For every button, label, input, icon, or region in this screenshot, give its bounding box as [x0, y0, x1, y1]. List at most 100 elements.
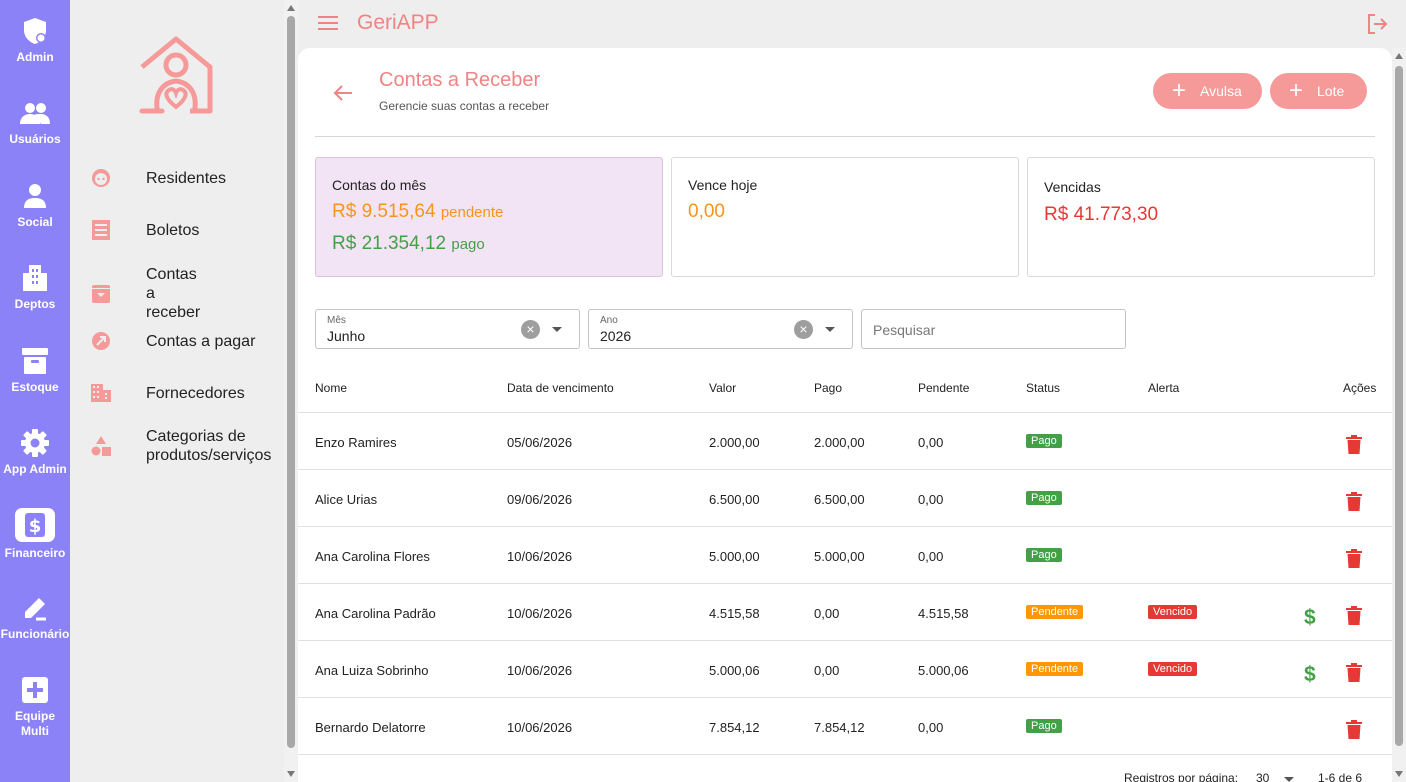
rows-per-page-select[interactable]: 30 — [1256, 771, 1269, 782]
table-row[interactable]: Enzo Ramires 05/06/2026 2.000,00 2.000,0… — [298, 413, 1392, 470]
table-row[interactable]: Bernardo Delatorre 10/06/2026 7.854,12 7… — [298, 698, 1392, 755]
menu-item-label: Contas a pagar — [146, 332, 256, 350]
rail-item-funcionario[interactable]: Funcionário — [0, 593, 70, 642]
cell-vencimento: 10/06/2026 — [507, 549, 573, 564]
due-today-amount: 0,00 — [688, 201, 725, 222]
cell-pendente: 0,00 — [918, 492, 944, 507]
menu-item-contas-a-receber[interactable]: Contas a receber — [90, 265, 200, 322]
app-rail: Admin Usuários Social Deptos Estoque App… — [0, 0, 70, 782]
month-select[interactable]: Mês Junho × — [315, 309, 580, 349]
gear-icon — [20, 428, 50, 458]
delete-icon[interactable] — [1346, 606, 1362, 625]
table-row[interactable]: Alice Urias 09/06/2026 6.500,00 6.500,00… — [298, 470, 1392, 527]
col-vencimento[interactable]: Data de vencimento — [507, 381, 614, 395]
table-row[interactable]: Ana Carolina Padrão 10/06/2026 4.515,58 … — [298, 584, 1392, 641]
overdue-card: Vencidas R$ 41.773,30 — [1027, 157, 1375, 277]
cell-nome: Bernardo Delatorre — [315, 720, 426, 735]
main-content: Contas a Receber Gerencie suas contas a … — [298, 48, 1392, 782]
cell-pago: 2.000,00 — [814, 435, 865, 450]
search-input[interactable]: Pesquisar — [861, 309, 1126, 349]
delete-icon[interactable] — [1346, 720, 1362, 739]
cell-pago: 0,00 — [814, 606, 840, 621]
rail-label: Social — [17, 215, 53, 229]
menu-icon[interactable] — [318, 15, 338, 31]
scrollbar-thumb[interactable] — [287, 16, 295, 748]
cell-nome: Ana Carolina Flores — [315, 549, 430, 564]
cell-vencimento: 10/06/2026 — [507, 720, 573, 735]
col-nome[interactable]: Nome — [315, 381, 347, 395]
archive-in-icon — [90, 283, 112, 305]
col-valor[interactable]: Valor — [709, 381, 736, 395]
pay-dollar-icon[interactable]: $ — [1304, 663, 1316, 687]
col-alerta[interactable]: Alerta — [1148, 381, 1179, 395]
rail-item-admin[interactable]: Admin — [0, 16, 70, 65]
building-icon — [90, 382, 112, 404]
rail-item-deptos[interactable]: Deptos — [0, 263, 70, 312]
rail-label: Admin — [16, 50, 54, 64]
cell-pendente: 0,00 — [918, 549, 944, 564]
page-title: Contas a Receber — [379, 69, 541, 91]
archive-icon — [20, 346, 50, 376]
clear-icon[interactable]: × — [521, 320, 540, 339]
field-label: Ano — [600, 315, 618, 326]
clear-icon[interactable]: × — [794, 320, 813, 339]
delete-icon[interactable] — [1346, 435, 1362, 454]
menu-item-residentes[interactable]: Residentes — [90, 167, 284, 189]
building-icon — [20, 263, 50, 293]
rail-item-usuarios[interactable]: Usuários — [0, 98, 70, 147]
cell-valor: 5.000,06 — [709, 663, 760, 678]
add-lote-button[interactable]: + Lote — [1270, 73, 1367, 109]
menu-item-boletos[interactable]: Boletos — [90, 219, 284, 241]
chevron-down-icon[interactable] — [1284, 777, 1294, 782]
cell-pago: 0,00 — [814, 663, 840, 678]
submenu-sidebar: Residentes Boletos Contas a receber Cont… — [70, 0, 284, 782]
table-row[interactable]: Ana Carolina Flores 10/06/2026 5.000,00 … — [298, 527, 1392, 584]
cell-valor: 6.500,00 — [709, 492, 760, 507]
cell-nome: Ana Carolina Padrão — [315, 606, 436, 621]
cell-pago: 6.500,00 — [814, 492, 865, 507]
rail-item-equipe-multi[interactable]: Equipe Multi — [0, 675, 70, 739]
app-logo — [136, 35, 216, 117]
menu-item-label: Boletos — [146, 221, 200, 239]
table-header: Nome Data de vencimento Valor Pago Pende… — [298, 378, 1392, 413]
menu-item-label: Contas a receber — [146, 266, 201, 321]
pay-dollar-icon[interactable]: $ — [1304, 606, 1316, 630]
scroll-down-icon[interactable] — [1395, 771, 1403, 777]
card-label: Vencidas — [1044, 179, 1101, 195]
menu-item-categorias[interactable]: Categorias de produtos/serviços — [90, 427, 284, 465]
scroll-up-icon[interactable] — [1395, 53, 1403, 59]
cell-valor: 5.000,00 — [709, 549, 760, 564]
cell-pendente: 5.000,06 — [918, 663, 969, 678]
chevron-down-icon[interactable] — [552, 327, 562, 332]
logout-icon[interactable] — [1366, 13, 1388, 35]
add-avulsa-button[interactable]: + Avulsa — [1153, 73, 1262, 109]
content-scrollbar[interactable] — [1392, 48, 1406, 782]
scrollbar-thumb[interactable] — [1395, 66, 1403, 746]
person-icon — [20, 181, 50, 211]
delete-icon[interactable] — [1346, 492, 1362, 511]
top-bar: GeriAPP — [298, 0, 1406, 48]
year-select[interactable]: Ano 2026 × — [588, 309, 853, 349]
menu-item-fornecedores[interactable]: Fornecedores — [90, 382, 284, 404]
rail-item-app-admin[interactable]: App Admin — [0, 428, 70, 477]
field-value: 2026 — [600, 328, 632, 344]
rail-item-estoque[interactable]: Estoque — [0, 346, 70, 395]
delete-icon[interactable] — [1346, 663, 1362, 682]
menu-item-contas-a-pagar[interactable]: Contas a pagar — [90, 330, 284, 352]
col-status[interactable]: Status — [1026, 381, 1060, 395]
shapes-icon — [90, 435, 112, 457]
col-pago[interactable]: Pago — [814, 381, 842, 395]
rail-item-social[interactable]: Social — [0, 181, 70, 230]
chevron-down-icon[interactable] — [825, 327, 835, 332]
rail-label: Financeiro — [4, 546, 66, 560]
table-row[interactable]: Ana Luiza Sobrinho 10/06/2026 5.000,06 0… — [298, 641, 1392, 698]
card-label: Contas do mês — [332, 177, 427, 193]
col-pendente[interactable]: Pendente — [918, 381, 969, 395]
back-arrow-icon[interactable] — [332, 82, 354, 104]
rail-label: Deptos — [14, 297, 56, 311]
delete-icon[interactable] — [1346, 549, 1362, 568]
sidebar-scrollbar[interactable] — [284, 0, 298, 782]
scroll-up-icon[interactable] — [287, 5, 295, 11]
scroll-down-icon[interactable] — [287, 771, 295, 777]
rail-item-financeiro[interactable]: $ Financeiro — [0, 508, 70, 561]
